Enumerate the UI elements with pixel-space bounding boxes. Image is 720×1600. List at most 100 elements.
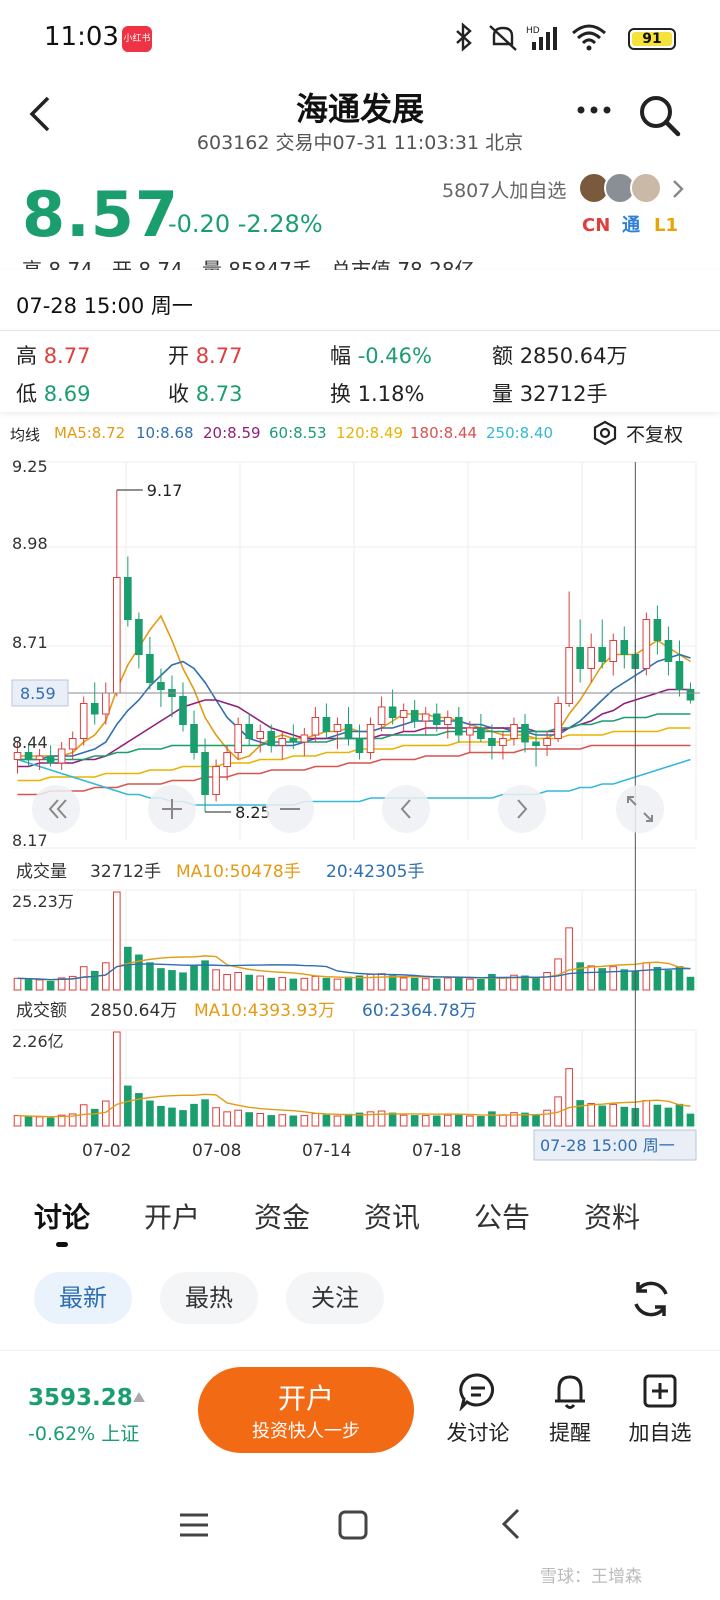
amount-bar: [432, 1115, 441, 1127]
candle-body: [399, 710, 408, 718]
post-discussion-label: 发讨论: [446, 1421, 510, 1445]
hexagon-settings-icon: [593, 420, 617, 446]
amount-bar: [245, 1112, 254, 1127]
tab-profile[interactable]: 资料: [584, 1196, 640, 1236]
watermark: 雪球：王增森: [540, 1567, 642, 1587]
volume-bar: [311, 975, 320, 991]
more-icon[interactable]: [576, 100, 612, 120]
next-button[interactable]: [498, 785, 546, 833]
open-account-button[interactable]: 开户 投资快人一步: [198, 1367, 414, 1453]
volume-bar: [421, 978, 430, 991]
chart-grid: [12, 461, 697, 1127]
candle-body: [454, 717, 463, 736]
candle-body: [598, 647, 607, 662]
candle-body: [57, 748, 66, 764]
zoom-out-button[interactable]: [266, 785, 314, 833]
plus-square-icon: [643, 1374, 677, 1408]
tab-funds[interactable]: 资金: [254, 1196, 310, 1236]
amount-bar: [256, 1113, 265, 1127]
tab-news[interactable]: 资讯: [364, 1196, 420, 1236]
amount-bar: [488, 1111, 496, 1127]
volume-bar: [278, 977, 287, 991]
add-watchlist-button[interactable]: 加自选: [620, 1371, 700, 1447]
fullscreen-button[interactable]: [616, 785, 664, 833]
amount-bar: [223, 1111, 231, 1127]
tab-announcements[interactable]: 公告: [474, 1196, 530, 1236]
alert-label: 提醒: [549, 1421, 591, 1445]
amount-bar: [168, 1107, 176, 1127]
volume-bar: [576, 962, 584, 991]
amount-bar: [466, 1115, 474, 1127]
info-volume: 量 32712手: [492, 382, 608, 406]
candle-body: [499, 738, 507, 746]
y-tick-label: 8.44: [12, 733, 48, 752]
volume-bar: [300, 977, 309, 991]
status-time: 11:03: [44, 22, 119, 52]
candle-body: [278, 738, 287, 746]
volume-bar: [179, 972, 187, 991]
alert-button[interactable]: 提醒: [530, 1371, 610, 1447]
info-close: 收 8.73: [168, 382, 243, 406]
menu-icon[interactable]: [176, 1510, 212, 1540]
stock-subtitle: 603162 交易中07-31 11:03:31 北京: [196, 132, 524, 154]
kline-chart[interactable]: 9.25 8.98 8.71 8.44 8.17 8.59 9.17 8.25 …: [0, 450, 720, 1170]
amount-bar: [664, 1107, 673, 1127]
candle-body: [466, 727, 474, 736]
candle-body: [609, 640, 618, 662]
amount-bar: [653, 1104, 662, 1127]
price-change: -0.20 -2.28%: [168, 210, 323, 238]
follower-count[interactable]: 5807人加自选: [442, 176, 566, 203]
volume-bar: [454, 977, 463, 991]
candle-body: [355, 738, 364, 753]
home-icon[interactable]: [336, 1508, 370, 1542]
volume-bar: [410, 977, 419, 991]
candle-body: [421, 713, 430, 722]
candle-body: [653, 619, 662, 641]
candle-body: [190, 724, 198, 753]
chevron-right-icon[interactable]: [668, 178, 688, 200]
amount-bar: [532, 1114, 540, 1127]
app-badge-icon: 小红书: [122, 26, 152, 52]
candle-body: [157, 682, 165, 690]
bell-icon: [555, 1375, 585, 1409]
x-tick-label: 07-08: [192, 1141, 241, 1161]
amount-bar: [333, 1115, 342, 1127]
market-tag-cn: CN: [582, 215, 611, 236]
add-watchlist-label: 加自选: [628, 1421, 692, 1445]
zoom-in-button[interactable]: [148, 785, 196, 833]
amount-bar: [289, 1115, 298, 1127]
amount-bar: [46, 1117, 55, 1127]
index-value[interactable]: 3593.28: [28, 1385, 133, 1411]
chat-bubble-icon: [459, 1373, 494, 1411]
candle-body: [46, 755, 55, 764]
candle-body: [13, 752, 22, 760]
amount-bar: [201, 1099, 209, 1127]
tab-discussion[interactable]: 讨论: [34, 1196, 90, 1236]
adjust-mode-button[interactable]: 不复权: [592, 416, 702, 450]
filter-hot[interactable]: 最热: [160, 1272, 258, 1324]
ma-legend-ma10: 10:8.68: [136, 424, 194, 442]
refresh-icon[interactable]: [628, 1276, 674, 1322]
y-tick-label: 8.17: [12, 831, 48, 850]
tab-open-account[interactable]: 开户: [144, 1196, 200, 1236]
volume-bar: [499, 977, 507, 991]
post-discussion-button[interactable]: 发讨论: [438, 1371, 518, 1447]
volume-bar: [587, 965, 596, 991]
scroll-left-button[interactable]: [32, 785, 80, 833]
candle-body: [554, 703, 562, 739]
prev-button[interactable]: [382, 785, 430, 833]
ma-legend-ma250: 250:8.40: [486, 424, 554, 442]
filter-latest[interactable]: 最新: [34, 1272, 132, 1324]
candle-body: [587, 647, 596, 669]
volume-bar: [234, 972, 242, 991]
candle-body: [101, 692, 110, 715]
volume-bar: [79, 966, 88, 991]
follower-avatars[interactable]: [578, 172, 662, 206]
filter-following[interactable]: 关注: [286, 1272, 384, 1324]
back-nav-icon[interactable]: [496, 1506, 526, 1542]
ma-legend-title: 均线: [10, 426, 41, 444]
search-icon[interactable]: [636, 92, 682, 138]
tab-indicator: [56, 1242, 68, 1247]
volume-bar: [190, 965, 198, 991]
volume-bar: [653, 966, 662, 991]
